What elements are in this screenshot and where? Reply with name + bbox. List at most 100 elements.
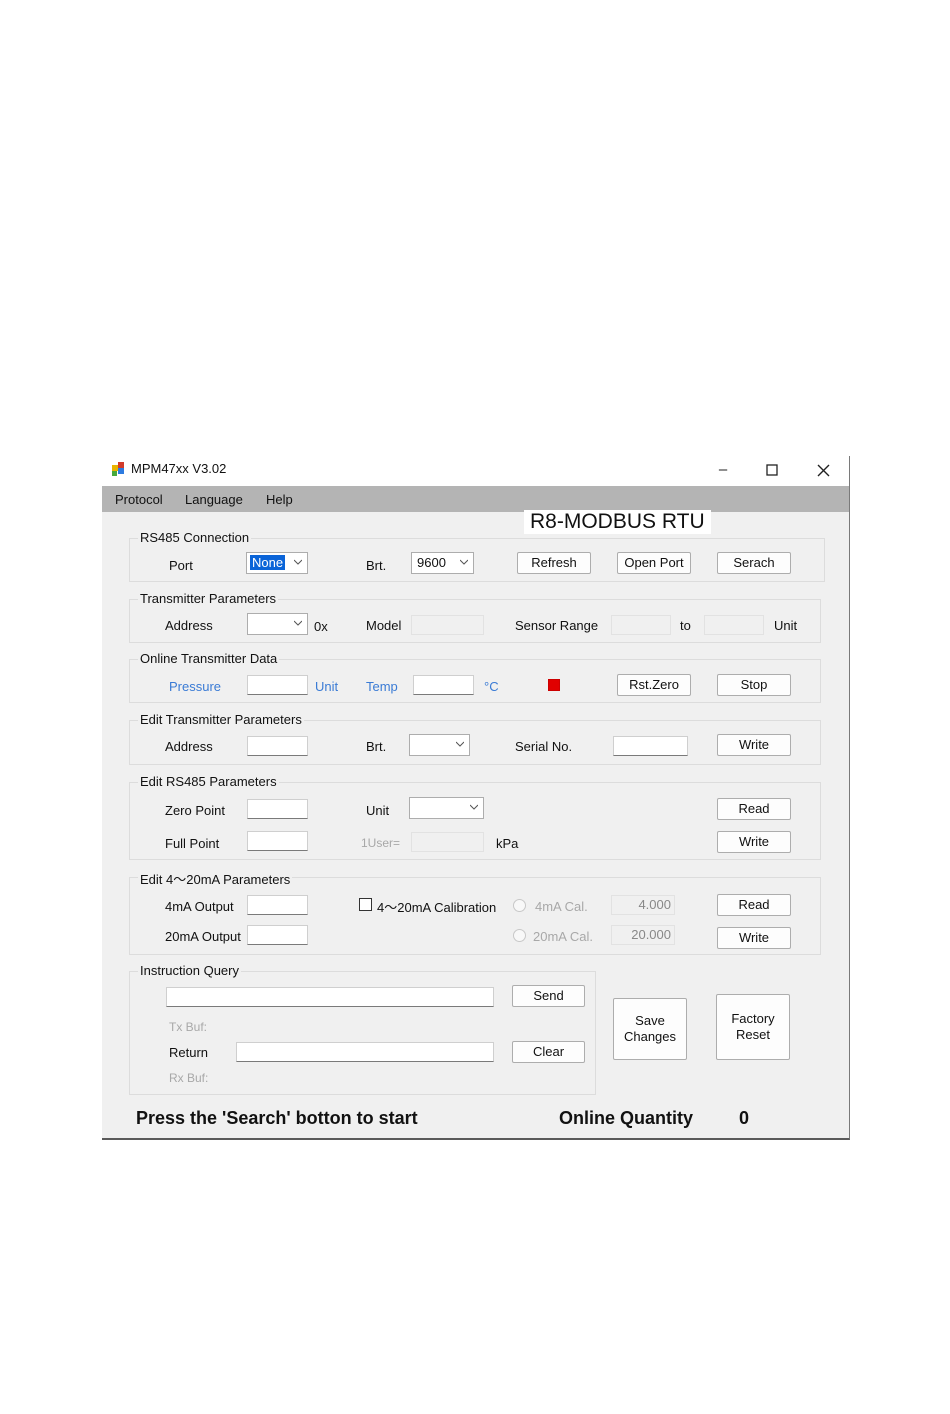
- pressure-label: Pressure: [169, 679, 222, 694]
- rs485-connection-group: RS485 Connection Port None Brt. 9600 Ref…: [129, 530, 825, 582]
- chevron-down-icon: [294, 559, 302, 565]
- online-quantity-label: Online Quantity: [559, 1108, 694, 1128]
- 4ma-output-label: 4mA Output: [165, 899, 234, 914]
- write-button[interactable]: Write: [717, 831, 791, 853]
- group-label: RS485 Connection: [138, 530, 252, 545]
- app-icon: [112, 462, 126, 476]
- factory-line-2: Reset: [736, 1027, 770, 1042]
- hex-prefix-label: 0x: [314, 619, 328, 634]
- instruction-query-group: Instruction Query Send Tx Buf: Return Cl…: [129, 963, 596, 1095]
- online-quantity-value: 0: [739, 1108, 750, 1128]
- 20ma-cal-radio[interactable]: [513, 929, 526, 942]
- sensor-range-max-field: [704, 615, 764, 635]
- brt-label: Brt.: [366, 558, 387, 573]
- temp-label: Temp: [366, 679, 398, 694]
- group-label: Edit 4～20mA Parameters: [138, 869, 293, 888]
- chevron-down-icon: [470, 804, 478, 810]
- 20ma-output-field[interactable]: [247, 925, 308, 945]
- chevron-down-icon: [456, 741, 464, 747]
- full-point-label: Full Point: [165, 836, 220, 851]
- online-transmitter-data-group: Online Transmitter Data Pressure Unit Te…: [129, 651, 821, 703]
- edit-4-20ma-parameters-group: Edit 4～20mA Parameters 4mA Output 4～20mA…: [129, 869, 821, 955]
- title-bar: MPM47xx V3.02 –: [102, 456, 849, 486]
- group-label: Instruction Query: [138, 963, 241, 978]
- status-message: Press the 'Search' botton to start: [136, 1108, 418, 1128]
- chevron-down-icon: [460, 559, 468, 565]
- 4ma-cal-label: 4mA Cal.: [535, 899, 588, 914]
- open-port-button[interactable]: Open Port: [617, 552, 691, 574]
- port-select[interactable]: None: [246, 552, 308, 574]
- save-changes-button[interactable]: Save Changes: [613, 998, 687, 1060]
- maximize-icon[interactable]: [754, 458, 790, 482]
- refresh-button[interactable]: Refresh: [517, 552, 591, 574]
- write-button[interactable]: Write: [717, 927, 791, 949]
- to-label: to: [680, 618, 691, 633]
- save-line-1: Save: [635, 1013, 665, 1028]
- address-label: Address: [165, 618, 213, 633]
- edit-baud-rate-select[interactable]: [409, 734, 470, 756]
- sensor-range-min-field: [611, 615, 671, 635]
- menu-language[interactable]: Language: [185, 492, 243, 507]
- app-window: MPM47xx V3.02 – Protocol Language Help R…: [102, 456, 850, 1140]
- read-button[interactable]: Read: [717, 894, 791, 916]
- kpa-label: kPa: [496, 836, 519, 851]
- send-button[interactable]: Send: [512, 985, 585, 1007]
- edit-transmitter-parameters-group: Edit Transmitter Parameters Address Brt.…: [129, 712, 821, 765]
- pressure-field: [247, 675, 308, 695]
- calibration-checkbox[interactable]: [359, 898, 372, 911]
- write-button[interactable]: Write: [717, 734, 791, 756]
- edit-rs485-parameters-group: Edit RS485 Parameters Zero Point Unit Re…: [129, 774, 821, 860]
- serial-no-label: Serial No.: [515, 739, 573, 754]
- address-label: Address: [165, 739, 213, 754]
- serial-no-field[interactable]: [613, 736, 688, 756]
- unit-select[interactable]: [409, 797, 484, 819]
- rst-zero-button[interactable]: Rst.Zero: [617, 674, 691, 696]
- search-button[interactable]: Serach: [717, 552, 791, 574]
- 20ma-cal-field: 20.000: [611, 925, 675, 945]
- instruction-input[interactable]: [166, 987, 494, 1007]
- group-label: Edit RS485 Parameters: [138, 774, 279, 789]
- menu-bar: Protocol Language Help: [102, 486, 849, 512]
- close-icon[interactable]: [805, 458, 841, 482]
- sensor-range-label: Sensor Range: [515, 618, 599, 633]
- chevron-down-icon: [294, 620, 302, 626]
- 4ma-output-field[interactable]: [247, 895, 308, 915]
- minimize-icon[interactable]: –: [705, 458, 741, 482]
- group-label: Edit Transmitter Parameters: [138, 712, 304, 727]
- unit-label: Unit: [366, 803, 390, 818]
- factory-line-1: Factory: [731, 1011, 775, 1026]
- save-line-2: Changes: [623, 1029, 677, 1044]
- address-select[interactable]: [247, 613, 308, 635]
- port-label: Port: [169, 558, 193, 573]
- 20ma-output-label: 20mA Output: [165, 929, 241, 944]
- menu-help[interactable]: Help: [266, 492, 293, 507]
- read-button[interactable]: Read: [717, 798, 791, 820]
- status-indicator: [548, 679, 560, 691]
- baud-rate-select[interactable]: 9600: [411, 552, 474, 574]
- port-value: None: [250, 555, 286, 570]
- user-ratio-field: [411, 832, 484, 852]
- rx-buf-label: Rx Buf:: [169, 1071, 209, 1085]
- return-label: Return: [169, 1045, 209, 1060]
- protocol-mode-title: R8-MODBUS RTU: [524, 510, 711, 534]
- calibration-label: 4～20mA Calibration: [377, 900, 497, 915]
- full-point-field[interactable]: [247, 831, 308, 851]
- temp-unit-label: °C: [484, 679, 499, 694]
- window-title: MPM47xx V3.02: [131, 461, 227, 476]
- edit-address-field[interactable]: [247, 736, 308, 756]
- transmitter-parameters-group: Transmitter Parameters Address 0x Model …: [129, 591, 821, 643]
- factory-reset-button[interactable]: Factory Reset: [716, 994, 790, 1060]
- pressure-unit-label: Unit: [315, 679, 339, 694]
- tx-buf-label: Tx Buf:: [169, 1020, 208, 1034]
- menu-protocol[interactable]: Protocol: [115, 492, 163, 507]
- zero-point-field[interactable]: [247, 799, 308, 819]
- brt-label: Brt.: [366, 739, 387, 754]
- group-label: Transmitter Parameters: [138, 591, 279, 606]
- clear-button[interactable]: Clear: [512, 1041, 585, 1063]
- group-label: Online Transmitter Data: [138, 651, 280, 666]
- model-field: [411, 615, 484, 635]
- unit-label: Unit: [774, 618, 798, 633]
- 4ma-cal-field: 4.000: [611, 895, 675, 915]
- 4ma-cal-radio[interactable]: [513, 899, 526, 912]
- stop-button[interactable]: Stop: [717, 674, 791, 696]
